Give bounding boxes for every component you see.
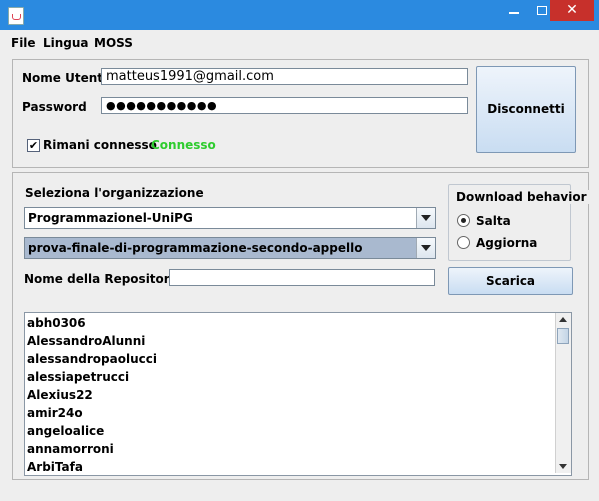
radio-aggiorna-label: Aggiorna bbox=[476, 236, 538, 250]
list-item[interactable]: angeloalice bbox=[27, 424, 104, 438]
repo-name-field[interactable] bbox=[169, 269, 435, 286]
organization-select[interactable]: Programmazionel-UniPG bbox=[24, 207, 436, 229]
minimize-button[interactable] bbox=[500, 0, 528, 21]
organization-select-value: Programmazionel-UniPG bbox=[28, 211, 193, 225]
username-field[interactable]: matteus1991@gmail.com bbox=[101, 68, 468, 85]
menu-lingua[interactable]: Lingua bbox=[43, 36, 89, 50]
password-field[interactable]: ●●●●●●●●●●● bbox=[101, 97, 468, 114]
download-button[interactable]: Scarica bbox=[448, 267, 573, 295]
repo-name-label: Nome della Repository bbox=[24, 272, 178, 286]
list-item[interactable]: alessiapetrucci bbox=[27, 370, 129, 384]
disconnect-button[interactable]: Disconnetti bbox=[476, 66, 576, 153]
menu-bar: File Lingua MOSS bbox=[0, 31, 599, 55]
scroll-up-icon[interactable] bbox=[556, 313, 571, 327]
username-label: Nome Utente bbox=[22, 71, 112, 85]
user-list[interactable]: abh0306 AlessandroAlunni alessandropaolu… bbox=[24, 312, 572, 476]
menu-moss[interactable]: MOSS bbox=[94, 36, 133, 50]
radio-salta-label: Salta bbox=[476, 214, 511, 228]
chevron-down-icon[interactable] bbox=[416, 208, 435, 228]
app-window: ✕ File Lingua MOSS Nome Utente matteus19… bbox=[0, 0, 599, 501]
java-app-icon bbox=[8, 7, 24, 25]
radio-aggiorna[interactable] bbox=[457, 236, 470, 249]
repository-select[interactable]: prova-finale-di-programmazione-secondo-a… bbox=[24, 237, 436, 259]
close-button[interactable]: ✕ bbox=[550, 0, 594, 21]
password-label: Password bbox=[22, 100, 87, 114]
chevron-down-icon[interactable] bbox=[416, 238, 435, 258]
title-bar: ✕ bbox=[0, 0, 599, 30]
organization-label: Seleziona l'organizzazione bbox=[25, 186, 204, 200]
download-behavior-title: Download behavior bbox=[454, 190, 589, 204]
list-item[interactable]: amir24o bbox=[27, 406, 83, 420]
list-item[interactable]: AlessandroAlunni bbox=[27, 334, 145, 348]
list-scrollbar[interactable] bbox=[555, 313, 571, 473]
remember-checkbox[interactable]: ✔ bbox=[27, 139, 40, 152]
list-item[interactable]: alessandropaolucci bbox=[27, 352, 157, 366]
repository-select-value: prova-finale-di-programmazione-secondo-a… bbox=[28, 241, 363, 255]
radio-salta[interactable] bbox=[457, 214, 470, 227]
list-item[interactable]: ArbiTafa bbox=[27, 460, 83, 474]
menu-file[interactable]: File bbox=[11, 36, 36, 50]
connection-status: Connesso bbox=[151, 138, 216, 152]
remember-label: Rimani connesso bbox=[43, 138, 157, 152]
list-item[interactable]: abh0306 bbox=[27, 316, 86, 330]
list-item[interactable]: Alexius22 bbox=[27, 388, 93, 402]
list-item[interactable]: annamorroni bbox=[27, 442, 114, 456]
scroll-down-icon[interactable] bbox=[556, 459, 571, 473]
scroll-thumb[interactable] bbox=[557, 328, 569, 344]
